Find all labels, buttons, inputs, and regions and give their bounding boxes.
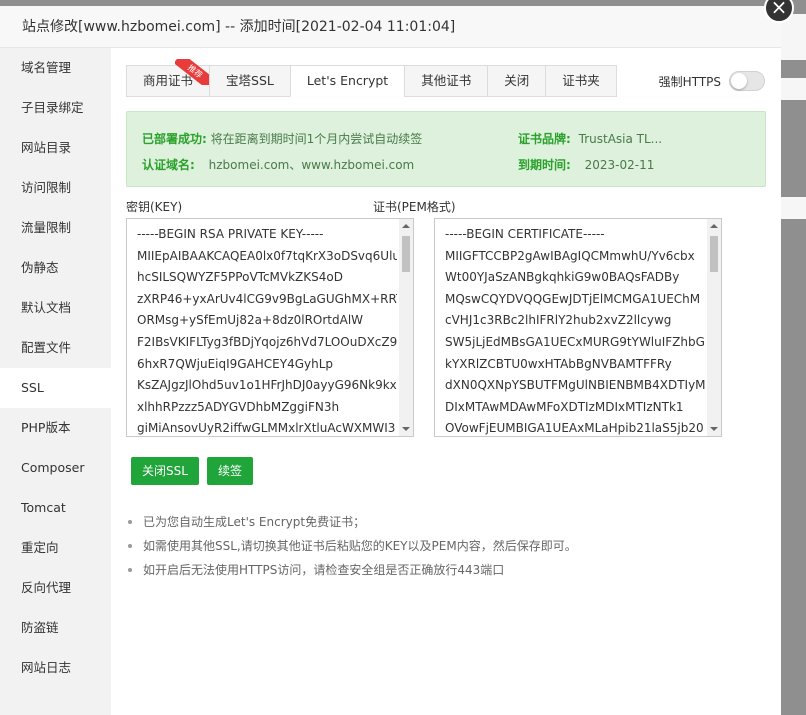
cert-line: MQswCQYDVQQGEwJDTjElMCMGA1UEChM [445, 291, 701, 306]
key-scrollbar[interactable] [399, 219, 413, 436]
key-line: zXRP46+yxArUv4lCG9v9BgLaGUGhMX+RRT [137, 291, 397, 306]
sidebar-item-ssl[interactable]: SSL [0, 368, 111, 408]
dialog-title: 站点修改[www.hzbomei.com] -- 添加时间[2021-02-04… [0, 6, 781, 48]
cert-scrollbar[interactable] [707, 219, 721, 436]
scroll-up-arrow-icon[interactable] [710, 224, 718, 228]
notes-list: 已为您自动生成Let's Encrypt免费证书； 如需使用其他SSL,请切换其… [127, 510, 577, 582]
domain-row: 认证域名: hzbomei.com、www.hzbomei.com [142, 156, 414, 173]
sidebar-item-access-limit[interactable]: 访问限制 [0, 168, 111, 208]
cert-line: Wt00YJaSzANBgkqhkiG9w0BAQsFADBy [445, 270, 680, 285]
toggle-knob [731, 73, 747, 89]
ssl-tabs: 商用证书 推荐 宝塔SSL Let's Encrypt 其他证书 关闭 证书夹 [126, 59, 617, 97]
cert-line: -----BEGIN CERTIFICATE----- [445, 227, 605, 241]
sidebar-item-composer[interactable]: Composer [0, 448, 111, 488]
key-line: F2IBsVKIFLTyg3fBDjYqojz6hVd7LOOuDXcZ9j [137, 334, 397, 349]
ssl-panel: 商用证书 推荐 宝塔SSL Let's Encrypt 其他证书 关闭 证书夹 … [111, 48, 781, 715]
expiry-row: 到期时间: 2023-02-11 [518, 156, 654, 173]
sidebar-item-traffic-limit[interactable]: 流量限制 [0, 208, 111, 248]
recommend-badge: 推荐 [175, 59, 209, 85]
tab-close[interactable]: 关闭 [487, 65, 546, 97]
sidebar-item-rewrite[interactable]: 伪静态 [0, 248, 111, 288]
key-textarea[interactable]: -----BEGIN RSA PRIVATE KEY----- MIIEpAIB… [126, 218, 414, 437]
domain-label: 认证域名: [142, 158, 195, 172]
close-ssl-button[interactable]: 关闭SSL [131, 457, 199, 485]
domain-value: hzbomei.com、www.hzbomei.com [208, 158, 415, 172]
sidebar-item-site-log[interactable]: 网站日志 [0, 648, 111, 688]
tab-other-cert[interactable]: 其他证书 [404, 65, 488, 97]
brand-row: 证书品牌: TrustAsia TL... [518, 130, 662, 147]
sidebar-item-tomcat[interactable]: Tomcat [0, 488, 111, 528]
brand-label: 证书品牌: [518, 132, 571, 146]
force-https: 强制HTTPS [659, 71, 765, 91]
ssl-status-box: 已部署成功: 将在距离到期时间1个月内尝试自动续签 认证域名: hzbomei.… [126, 111, 766, 187]
key-line: giMiAnsovUyR2iffwGLMMxlrXtluAcWXMWI3 [137, 421, 396, 436]
sidebar-item-reverse-proxy[interactable]: 反向代理 [0, 568, 111, 608]
sidebar-item-default-doc[interactable]: 默认文档 [0, 288, 111, 328]
sidebar-item-redirect[interactable]: 重定向 [0, 528, 111, 568]
scroll-down-arrow-icon[interactable] [402, 427, 410, 431]
brand-value: TrustAsia TL... [578, 132, 663, 146]
tab-commercial-cert[interactable]: 商用证书 推荐 [126, 59, 210, 97]
force-https-label: 强制HTTPS [658, 74, 721, 89]
background-strip [780, 197, 806, 219]
cert-line: dXN0QXNpYSBUTFMgUlNBIENBMB4XDTIyM [445, 378, 705, 393]
key-line: xlhhRPzzz5ADYGVDhbMZggiFN3h [137, 399, 340, 414]
cert-line: MIIGFTCCBP2gAwIBAgIQCMmwhU/Yv6cbx [445, 248, 695, 263]
list-item: 如需使用其他SSL,请切换其他证书后粘贴您的KEY以及PEM内容，然后保存即可。 [127, 534, 577, 558]
cert-line: cVHJ1c3RBc2lhIFRlY2hub2xvZ2llcywg [445, 313, 672, 328]
scroll-up-arrow-icon[interactable] [402, 224, 410, 228]
cert-line: kYXRlZCBTU0wxHTAbBgNVBAMTFFRy [445, 356, 672, 371]
cert-lines: -----BEGIN CERTIFICATE----- MIIGFTCCBP2g… [435, 219, 705, 436]
scroll-thumb[interactable] [710, 236, 718, 272]
tab-lets-encrypt[interactable]: Let's Encrypt [289, 65, 405, 97]
background-strip [780, 78, 806, 100]
scroll-down-arrow-icon[interactable] [710, 427, 718, 431]
sidebar: 域名管理 子目录绑定 网站目录 访问限制 流量限制 伪静态 默认文档 配置文件 … [0, 48, 111, 715]
key-label: 密钥(KEY) [126, 200, 183, 214]
scroll-thumb[interactable] [402, 236, 410, 272]
key-line: ORMsg+ySfEmUj82a+8dz0lROrtdAlW [137, 313, 364, 328]
key-line: -----BEGIN RSA PRIVATE KEY----- [137, 227, 324, 241]
sidebar-item-php-version[interactable]: PHP版本 [0, 408, 111, 448]
sidebar-item-site-dir[interactable]: 网站目录 [0, 128, 111, 168]
deployed-row: 已部署成功: 将在距离到期时间1个月内尝试自动续签 [142, 130, 422, 147]
list-item: 已为您自动生成Let's Encrypt免费证书； [127, 510, 577, 534]
expiry-value: 2023-02-11 [584, 158, 655, 172]
list-item: 如开启后无法使用HTTPS访问，请检查安全组是否正确放行443端口 [127, 558, 577, 582]
renew-button[interactable]: 续签 [207, 457, 254, 485]
cert-line: OVowFjEUMBIGA1UEAxMLaHpib21laS5jb20 [445, 421, 704, 436]
sidebar-item-config-file[interactable]: 配置文件 [0, 328, 111, 368]
key-line: hcSILSQWYZF5PPoVTcMVkZKS4oD [137, 270, 343, 285]
key-line: MIIEpAIBAAKCAQEA0lx0f7tqKrX3oDSvq6Ulu [137, 248, 397, 263]
site-settings-dialog: 站点修改[www.hzbomei.com] -- 添加时间[2021-02-04… [0, 6, 781, 715]
tab-bt-ssl[interactable]: 宝塔SSL [209, 65, 290, 97]
sidebar-item-subdir-binding[interactable]: 子目录绑定 [0, 88, 111, 128]
key-lines: -----BEGIN RSA PRIVATE KEY----- MIIEpAIB… [127, 219, 397, 436]
tab-cert-folder[interactable]: 证书夹 [545, 65, 617, 97]
sidebar-item-hotlink[interactable]: 防盗链 [0, 608, 111, 648]
cert-label: 证书(PEM格式) [373, 200, 456, 214]
cert-line: SW5jLjEdMBsGA1UECxMURG9tYWluIFZhbGl [445, 334, 705, 349]
force-https-toggle[interactable] [729, 71, 765, 91]
key-line: KsZAJgzJlOhd5uv1o1HFrJhDJ0ayyG96Nk9kx [137, 378, 397, 393]
deployed-label: 已部署成功: [142, 132, 207, 146]
key-line: 6hxR7QWjuEiqI9GAHCEY4GyhLp [137, 356, 334, 371]
deployed-value: 将在距离到期时间1个月内尝试自动续签 [210, 132, 423, 146]
cert-line: DIxMTAwMDAwMFoXDTIzMDIxMTIzNTk1 [445, 399, 684, 414]
cert-textarea[interactable]: -----BEGIN CERTIFICATE----- MIIGFTCCBP2g… [434, 218, 722, 437]
expiry-label: 到期时间: [518, 158, 571, 172]
sidebar-item-domain[interactable]: 域名管理 [0, 48, 111, 88]
